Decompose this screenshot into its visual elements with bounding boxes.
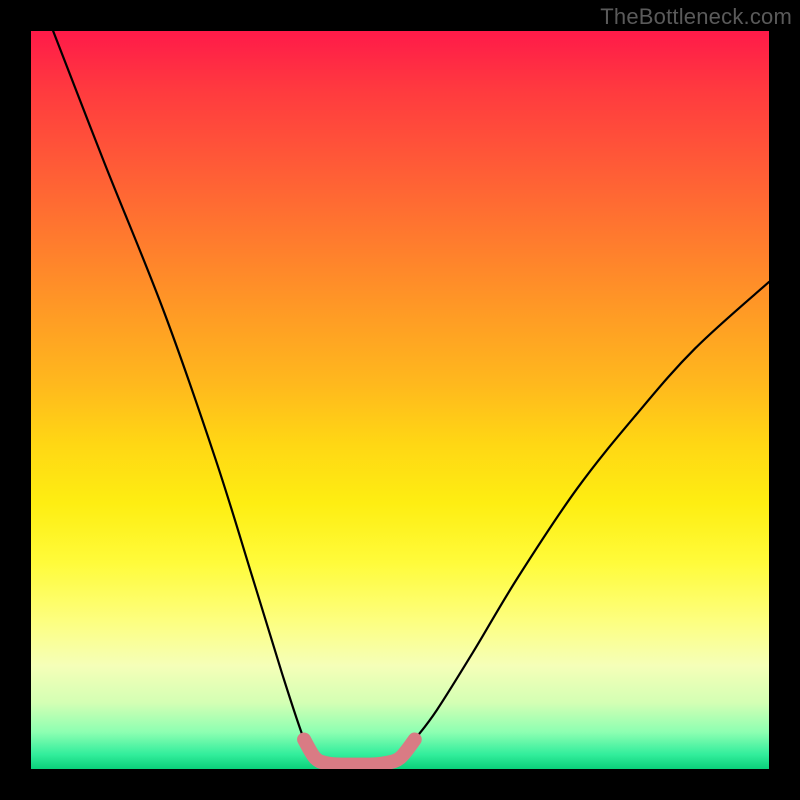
bottleneck-curve xyxy=(53,31,769,765)
plot-area xyxy=(31,31,769,769)
watermark-text: TheBottleneck.com xyxy=(600,4,792,30)
chart-frame: TheBottleneck.com xyxy=(0,0,800,800)
curve-layer xyxy=(31,31,769,769)
optimum-highlight xyxy=(304,739,415,764)
